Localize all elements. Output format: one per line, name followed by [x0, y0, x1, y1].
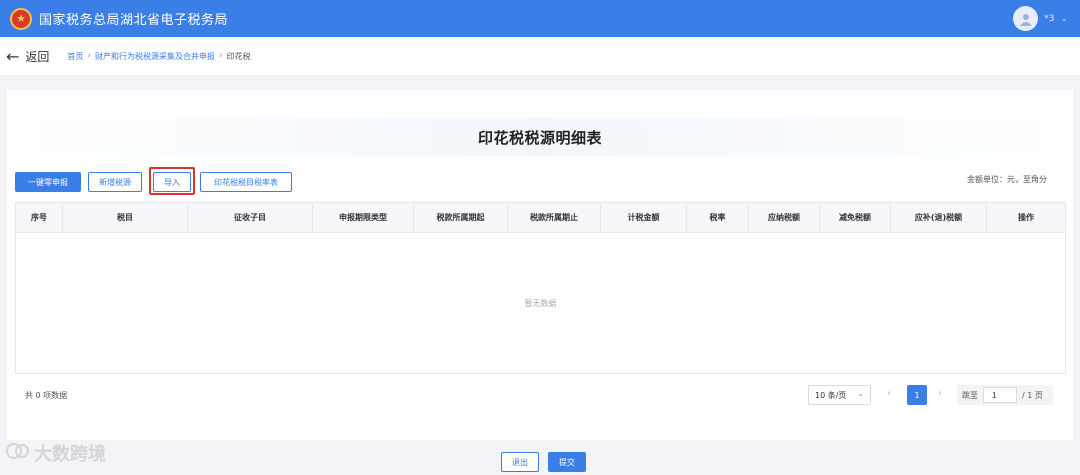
chevron-right-icon: ›	[87, 51, 92, 61]
column-header: 税率	[687, 203, 749, 232]
jump-input[interactable]	[983, 387, 1017, 403]
empty-state: 暂无数据	[524, 298, 557, 308]
watermark-logo-icon	[6, 443, 29, 459]
total-count: 共 0 项数据	[25, 391, 68, 400]
column-header: 税款所属期起	[414, 203, 508, 232]
chevron-right-icon[interactable]: ›	[938, 388, 942, 399]
breadcrumb: 首页 › 财产和行为税税源采集及合并申报 › 印花税	[67, 51, 250, 62]
arrow-left-icon: ←	[6, 46, 20, 66]
import-button[interactable]: 导入	[153, 172, 191, 192]
avatar[interactable]	[1013, 6, 1039, 31]
breadcrumb-property-tax[interactable]: 财产和行为税税源采集及合并申报	[95, 51, 215, 62]
column-header: 申报期限类型	[313, 203, 414, 232]
page-size-value: 10 条/页	[815, 390, 847, 400]
column-header: 应纳税额	[749, 203, 820, 232]
page-jump: 跳至 / 1 页	[957, 385, 1053, 405]
page-size-select[interactable]: 10 条/页 ⌄	[808, 385, 871, 405]
column-header: 操作	[1018, 213, 1034, 222]
main-card: 印花税税源明细表 一键零申报 新增税源 导入 印花税税目税率表 金额单位：元，至…	[7, 90, 1073, 440]
column-header: 税目	[63, 203, 188, 232]
page-number-current[interactable]: 1	[907, 385, 927, 405]
navigation-bar: ← 返回 首页 › 财产和行为税税源采集及合并申报 › 印花税	[0, 37, 1080, 75]
watermark: 大数跨境	[6, 440, 106, 466]
back-button[interactable]: ← 返回	[6, 47, 49, 66]
column-header: 序号	[16, 203, 63, 232]
site-title: 国家税务总局湖北省电子税务局	[39, 13, 229, 28]
exit-button[interactable]: 退出	[501, 452, 539, 472]
chevron-down-icon[interactable]: ⌄	[1060, 14, 1068, 24]
chevron-left-icon[interactable]: ‹	[887, 388, 891, 399]
amount-unit-note: 金额单位：元，至角分	[967, 175, 1047, 184]
tax-bureau-emblem-icon: ★	[10, 7, 32, 30]
top-header: ★ 国家税务总局湖北省电子税务局 *3 ⌄	[0, 0, 1080, 37]
column-header: 应补(退)税额	[891, 203, 987, 232]
column-header: 减免税额	[820, 203, 891, 232]
back-label: 返回	[25, 49, 50, 64]
breadcrumb-current: 印花税	[226, 51, 251, 61]
column-header: 计税金额	[601, 203, 687, 232]
chevron-down-icon: ⌄	[857, 389, 864, 398]
title-band: 印花税税源明细表	[15, 118, 1065, 156]
chevron-right-icon: ›	[219, 51, 223, 61]
tax-source-table: 序号 税目 征收子目 申报期限类型 税款所属期起 税款所属期止 计税金额 税率 …	[15, 202, 1066, 374]
column-header: 税款所属期止	[508, 203, 601, 232]
breadcrumb-home[interactable]: 首页	[67, 51, 83, 62]
column-header: 征收子目	[188, 203, 313, 232]
submit-button[interactable]: 提交	[548, 452, 586, 472]
user-icon	[1019, 13, 1032, 26]
user-name: *3	[1044, 13, 1055, 24]
page-title: 印花税税源明细表	[477, 128, 602, 147]
add-source-button[interactable]: 新增税源	[88, 172, 142, 192]
jump-label: 跳至	[962, 390, 978, 400]
rate-table-button[interactable]: 印花税税目税率表	[200, 172, 292, 192]
zero-declare-button[interactable]: 一键零申报	[15, 172, 81, 192]
table-header: 序号 税目 征收子目 申报期限类型 税款所属期起 税款所属期止 计税金额 税率 …	[16, 203, 1065, 233]
total-pages: / 1 页	[1022, 390, 1043, 400]
watermark-text: 大数跨境	[34, 444, 106, 465]
user-menu[interactable]: *3 ⌄	[1013, 6, 1068, 31]
